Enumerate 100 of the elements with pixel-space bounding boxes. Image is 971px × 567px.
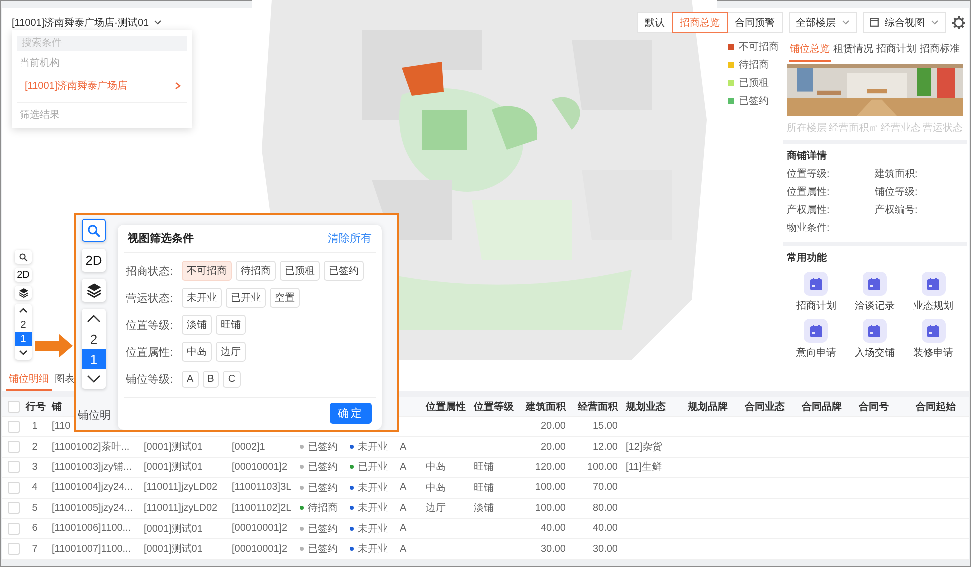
- view-mode-tab[interactable]: 合同预警: [727, 12, 783, 33]
- layers-icon: [18, 288, 28, 298]
- calendar-icon: [927, 324, 940, 338]
- table-cell-text: [110011]jzyLD02: [143, 502, 219, 514]
- table-cell-text: 70.00: [592, 482, 619, 494]
- table-cell-text: 3: [31, 462, 39, 473]
- filter-label: 位置属性:: [126, 346, 174, 360]
- filter-chip[interactable]: B: [202, 370, 220, 388]
- caret-icon: [931, 20, 939, 25]
- filter-chip[interactable]: 已签约: [324, 261, 364, 281]
- floor-button[interactable]: 1: [82, 349, 106, 369]
- table-cell-text: 旺铺: [473, 482, 495, 495]
- table-cell-text: 已签约: [308, 543, 338, 556]
- table-cell-text: [0001]测试01: [143, 522, 204, 536]
- filter-title: 视图筛选条件: [128, 232, 194, 246]
- search-field[interactable]: 搜索条件: [17, 36, 187, 51]
- filter-chip[interactable]: 不可招商: [182, 261, 232, 281]
- table-cell-text: [11]生鲜: [625, 460, 663, 474]
- column-header: 合同号: [858, 400, 890, 414]
- function-button[interactable]: 洽谈记录: [846, 272, 904, 313]
- layers-icon: [86, 283, 102, 298]
- table-cell-text: [11001003]jzy铺...: [51, 461, 133, 474]
- table-cell-text: 120.00: [534, 462, 567, 473]
- table-cell-text: 2: [31, 442, 39, 453]
- table-cell-text: [11001103]3L: [231, 482, 293, 494]
- filter-chip[interactable]: 空置: [270, 288, 300, 308]
- filter-chip[interactable]: 待招商: [236, 261, 276, 281]
- legend-label: 已预租: [739, 77, 769, 90]
- field-label: 产权属性:: [787, 204, 831, 217]
- floor-select[interactable]: 全部楼层: [789, 12, 857, 33]
- table-cell-text: [11001004]jzy24...: [51, 482, 134, 494]
- filter-chip[interactable]: 边厅: [216, 342, 246, 362]
- filter-chip[interactable]: 淡铺: [182, 315, 212, 335]
- filter-chip[interactable]: 已预租: [280, 261, 320, 281]
- table-cell-text: A: [399, 462, 408, 473]
- table-cell-text: 40.00: [540, 523, 567, 534]
- table-cell-text: 6: [31, 523, 39, 534]
- column-header: 合同起始: [915, 400, 957, 414]
- table-cell-text: 5: [31, 502, 39, 514]
- filter-chip[interactable]: C: [223, 370, 241, 388]
- function-button[interactable]: 装修申请: [904, 319, 963, 360]
- table-cell-text: [00010001]2: [231, 544, 289, 555]
- select-all-checkbox[interactable]: [8, 400, 20, 412]
- panel-tab[interactable]: 租赁情况: [832, 40, 874, 62]
- row-checkbox[interactable]: [8, 441, 20, 454]
- table-cell-text: 中岛: [425, 460, 447, 474]
- view-mode-button[interactable]: 2D: [82, 249, 106, 272]
- row-checkbox[interactable]: [8, 420, 20, 433]
- filter-chip[interactable]: 中岛: [182, 342, 212, 362]
- filter-label: 位置等级:: [126, 318, 174, 332]
- table-cell-text: 未开业: [358, 522, 388, 536]
- function-button[interactable]: 入场交铺: [846, 319, 904, 360]
- table-cell-text: [0001]测试01: [143, 460, 204, 474]
- table-cell-text: 淡铺: [473, 502, 495, 516]
- function-button[interactable]: 意向申请: [787, 319, 846, 360]
- search-icon: [19, 252, 28, 262]
- filter-results-label: 筛选结果: [19, 108, 61, 122]
- row-checkbox[interactable]: [8, 543, 20, 556]
- panel-tab[interactable]: 招商标准: [918, 40, 961, 62]
- detail-tab[interactable]: 图表: [52, 372, 78, 391]
- filter-label: 铺位等级:: [126, 372, 174, 386]
- filter-label: 营运状态:: [126, 292, 174, 306]
- search-button[interactable]: [15, 250, 32, 264]
- view-select[interactable]: 综合视图: [863, 12, 946, 33]
- table-cell-text: 100.00: [534, 502, 567, 514]
- legend-label: 不可招商: [739, 40, 779, 54]
- table-cell-text: 边厅: [425, 502, 447, 516]
- panel-tab[interactable]: 招商计划: [876, 40, 918, 62]
- table-cell-text: 20.00: [540, 421, 567, 432]
- table-cell-text: 12.00: [592, 442, 619, 453]
- filter-label: 招商状态:: [126, 264, 174, 278]
- chevron-down-icon: [19, 350, 28, 356]
- column-header: 行号: [24, 400, 47, 414]
- floor-button[interactable]: 2: [82, 329, 106, 349]
- chevron-up-icon: [19, 308, 28, 314]
- row-checkbox[interactable]: [8, 482, 20, 494]
- function-button[interactable]: 招商计划: [787, 272, 846, 313]
- layers-button[interactable]: [15, 286, 32, 300]
- table-cell-text: 30.00: [592, 544, 619, 555]
- floor-button[interactable]: 1: [15, 332, 32, 346]
- layers-button[interactable]: [82, 279, 106, 302]
- row-checkbox[interactable]: [8, 502, 20, 514]
- function-button[interactable]: 业态规划: [904, 272, 963, 313]
- filter-chip[interactable]: 旺铺: [216, 315, 246, 335]
- view-mode-tab[interactable]: 默认: [637, 12, 673, 33]
- section-title: 常用功能: [787, 252, 828, 266]
- confirm-button[interactable]: 确定: [330, 403, 372, 424]
- row-checkbox[interactable]: [8, 461, 20, 474]
- filter-chip[interactable]: 已开业: [226, 288, 266, 308]
- filter-chip[interactable]: 未开业: [182, 288, 222, 308]
- store-selector[interactable]: [11001]济南舜泰广场店-测试01: [12, 16, 162, 30]
- row-checkbox[interactable]: [8, 522, 20, 535]
- floor-button[interactable]: 2: [15, 318, 32, 332]
- settings-icon[interactable]: [952, 16, 966, 30]
- column-header: 位置等级: [472, 400, 515, 414]
- column-header: 合同品牌: [801, 400, 843, 414]
- table-cell-text: 1: [31, 421, 39, 432]
- view-mode-button[interactable]: 2D: [15, 268, 32, 282]
- filter-chip[interactable]: A: [182, 370, 199, 388]
- field-label: 位置等级:: [787, 168, 831, 181]
